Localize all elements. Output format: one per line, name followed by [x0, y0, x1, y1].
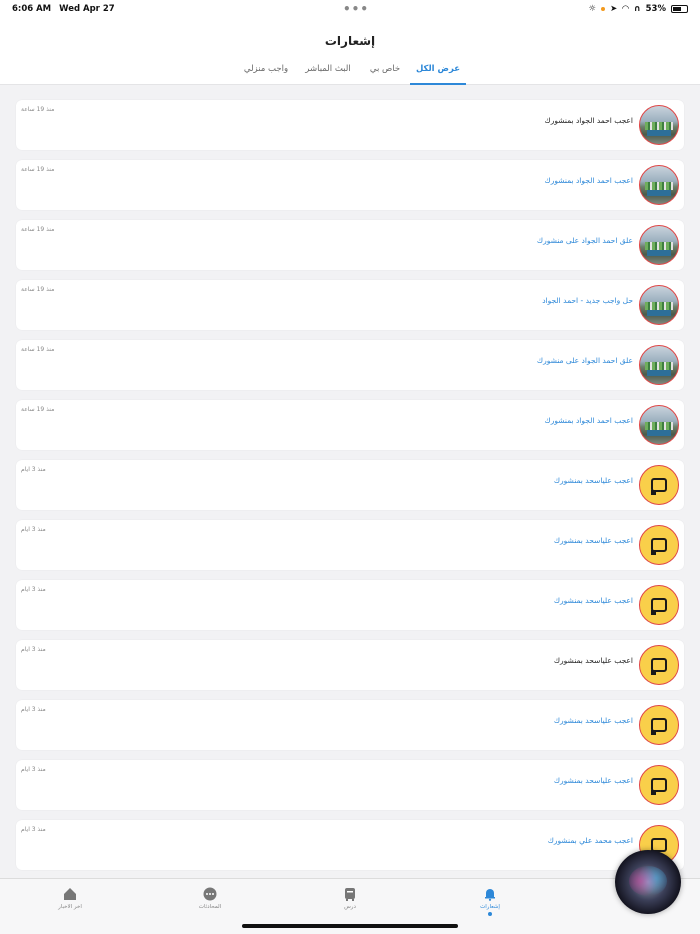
notification-item[interactable]: اعجب احمد الجواد بمنشورك منذ 19 ساعة	[16, 160, 684, 210]
notification-text: اعجب احمد الجواد بمنشورك	[544, 116, 633, 125]
tab-all[interactable]: عرض الكل	[410, 63, 466, 85]
chat-logo-icon	[650, 778, 667, 795]
home-icon	[64, 888, 76, 900]
notification-time: منذ 19 ساعة	[21, 346, 55, 353]
notification-time: منذ 19 ساعة	[21, 406, 55, 413]
avatar[interactable]	[639, 105, 679, 145]
chat-icon	[203, 887, 217, 901]
notification-item[interactable]: اعجب علياسحد بمنشورك منذ 3 ايام	[16, 760, 684, 810]
tabbar-notifications-label: إشعارات	[480, 904, 500, 910]
notification-text: علق احمد الجواد على منشورك	[536, 236, 633, 245]
notification-time: منذ 3 ايام	[21, 586, 46, 593]
app-logo-avatar[interactable]	[639, 465, 679, 505]
tab-live[interactable]: البث المباشر	[300, 63, 356, 85]
bell-icon	[485, 889, 495, 901]
notification-time: منذ 19 ساعة	[21, 106, 55, 113]
location-icon: ➤	[610, 4, 618, 14]
notification-text: اعجب علياسحد بمنشورك	[553, 656, 633, 665]
notification-text: اعجب علياسحد بمنشورك	[553, 776, 633, 785]
notification-item[interactable]: اعجب احمد الجواد بمنشورك منذ 19 ساعة	[16, 100, 684, 150]
notification-text: اعجب علياسحد بمنشورك	[553, 536, 633, 545]
notification-time: منذ 3 ايام	[21, 766, 46, 773]
notification-item[interactable]: اعجب علياسحد بمنشورك منذ 3 ايام	[16, 520, 684, 570]
notification-text: اعجب محمد علي بمنشورك	[547, 836, 633, 845]
avatar[interactable]	[639, 345, 679, 385]
notification-text: اعجب علياسحد بمنشورك	[553, 476, 633, 485]
notification-text: علق احمد الجواد على منشورك	[536, 356, 633, 365]
notification-item[interactable]: اعجب محمد علي بمنشورك منذ 3 ايام	[16, 820, 684, 870]
mic-indicator-icon	[601, 7, 606, 11]
status-time: 6:06 AM	[12, 4, 52, 14]
battery-icon	[671, 5, 688, 13]
avatar[interactable]	[639, 165, 679, 205]
notification-item[interactable]: حل واجب جديد - احمد الجواد منذ 19 ساعة	[16, 280, 684, 330]
tab-mine[interactable]: خاص بي	[362, 63, 408, 85]
notification-time: منذ 19 ساعة	[21, 226, 55, 233]
chat-logo-icon	[650, 538, 667, 555]
home-indicator[interactable]	[242, 924, 458, 928]
tabbar-notifications[interactable]: إشعارات	[460, 887, 520, 916]
tabbar-chats-label: المحادثات	[198, 904, 222, 910]
lesson-icon	[345, 888, 355, 901]
chat-logo-icon	[650, 598, 667, 615]
notification-item[interactable]: اعجب علياسحد بمنشورك منذ 3 ايام	[16, 460, 684, 510]
notification-text: اعجب احمد الجواد بمنشورك	[544, 176, 633, 185]
notification-time: منذ 3 ايام	[21, 706, 46, 713]
notification-time: منذ 3 ايام	[21, 466, 46, 473]
tabbar-chats[interactable]: المحادثات	[180, 887, 240, 910]
orientation-lock-icon: ☼	[588, 4, 597, 14]
notification-text: اعجب علياسحد بمنشورك	[553, 596, 633, 605]
notification-item[interactable]: اعجب علياسحد بمنشورك منذ 3 ايام	[16, 640, 684, 690]
active-indicator	[488, 912, 492, 916]
siri-orb-icon[interactable]	[615, 850, 681, 914]
avatar[interactable]	[639, 225, 679, 265]
notification-text: اعجب علياسحد بمنشورك	[553, 716, 633, 725]
app-logo-avatar[interactable]	[639, 705, 679, 745]
status-date: Wed Apr 27	[59, 4, 115, 14]
tabbar-news-label: اخر الاخبار	[58, 904, 82, 910]
app-logo-avatar[interactable]	[639, 585, 679, 625]
notification-item[interactable]: علق احمد الجواد على منشورك منذ 19 ساعة	[16, 220, 684, 270]
multitasking-dots-icon[interactable]: •••	[343, 2, 369, 16]
headphones-icon: ∩	[633, 4, 641, 14]
page-title: إشعارات	[324, 34, 376, 48]
avatar[interactable]	[639, 285, 679, 325]
header: إشعارات عرض الكل خاص بي البث المباشر واج…	[0, 18, 700, 85]
notification-text: حل واجب جديد - احمد الجواد	[542, 296, 633, 305]
battery-percent: 53%	[645, 4, 666, 14]
notification-time: منذ 3 ايام	[21, 526, 46, 533]
notification-item[interactable]: اعجب احمد الجواد بمنشورك منذ 19 ساعة	[16, 400, 684, 450]
notification-time: منذ 3 ايام	[21, 646, 46, 653]
tabbar-lesson-label: درس	[344, 904, 356, 910]
notification-time: منذ 3 ايام	[21, 826, 46, 833]
avatar[interactable]	[639, 405, 679, 445]
chat-logo-icon	[650, 718, 667, 735]
tabbar-lesson[interactable]: درس	[320, 887, 380, 910]
notification-item[interactable]: اعجب علياسحد بمنشورك منذ 3 ايام	[16, 700, 684, 750]
notification-time: منذ 19 ساعة	[21, 166, 55, 173]
tab-homework[interactable]: واجب منزلي	[238, 63, 294, 85]
filter-tabs: عرض الكل خاص بي البث المباشر واجب منزلي	[0, 63, 700, 85]
notification-time: منذ 19 ساعة	[21, 286, 55, 293]
notification-item[interactable]: اعجب علياسحد بمنشورك منذ 3 ايام	[16, 580, 684, 630]
notification-text: اعجب احمد الجواد بمنشورك	[544, 416, 633, 425]
notification-item[interactable]: علق احمد الجواد على منشورك منذ 19 ساعة	[16, 340, 684, 390]
app-logo-avatar[interactable]	[639, 645, 679, 685]
chat-logo-icon	[650, 658, 667, 675]
wifi-icon: ◠	[622, 4, 629, 14]
chat-logo-icon	[650, 478, 667, 495]
app-logo-avatar[interactable]	[639, 525, 679, 565]
tabbar-news[interactable]: اخر الاخبار	[40, 887, 100, 910]
app-logo-avatar[interactable]	[639, 765, 679, 805]
status-bar: 6:06 AM Wed Apr 27 ••• ☼ ➤ ◠ ∩ 53%	[0, 0, 700, 18]
